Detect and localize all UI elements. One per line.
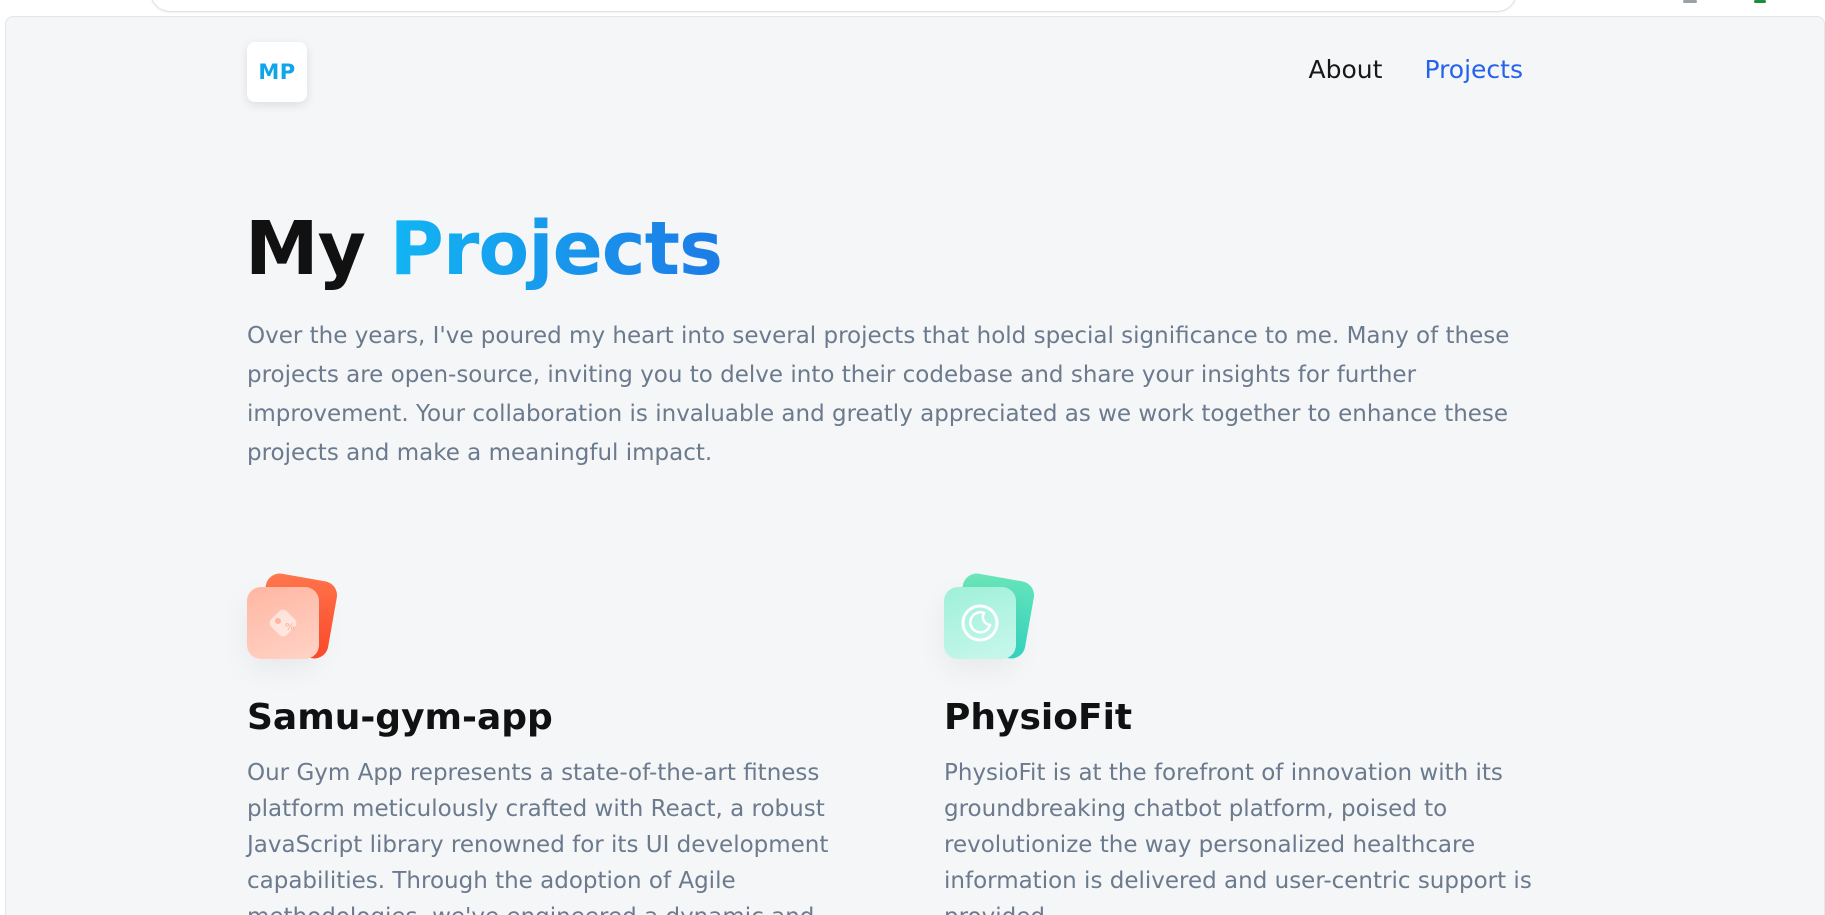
extension-icon[interactable] <box>1683 0 1697 3</box>
moon-clock-icon <box>944 587 1016 659</box>
project-icon <box>944 571 1044 677</box>
browser-chrome <box>0 0 1825 16</box>
project-title: PhysioFit <box>944 697 1133 738</box>
project-title: Samu-gym-app <box>247 697 553 738</box>
tag-icon: % <box>247 587 319 659</box>
page: MP About Projects My Projects Over the y… <box>5 16 1825 915</box>
nav-link-about[interactable]: About <box>1309 55 1383 84</box>
page-title: My Projects <box>245 212 723 286</box>
page-intro: Over the years, I've poured my heart int… <box>247 323 1510 466</box>
project-description: PhysioFit is at the forefront of innovat… <box>944 760 1532 915</box>
project-card-physiofit[interactable]: PhysioFit PhysioFit is at the forefront … <box>944 571 1564 915</box>
project-description: Our Gym App represents a state-of-the-ar… <box>247 760 829 915</box>
site-logo[interactable]: MP <box>247 42 307 102</box>
profile-icon[interactable] <box>1754 0 1766 3</box>
project-icon: % <box>247 571 347 677</box>
title-accent: Projects <box>389 206 723 292</box>
project-card-samu-gym-app[interactable]: % Samu-gym-app Our Gym App represents a … <box>247 571 867 915</box>
svg-text:%: % <box>285 622 295 633</box>
logo-text: MP <box>258 60 296 84</box>
title-plain: My <box>245 206 366 292</box>
main-nav: About Projects <box>1309 55 1523 84</box>
address-bar[interactable] <box>150 0 1517 12</box>
nav-link-projects[interactable]: Projects <box>1424 55 1523 84</box>
